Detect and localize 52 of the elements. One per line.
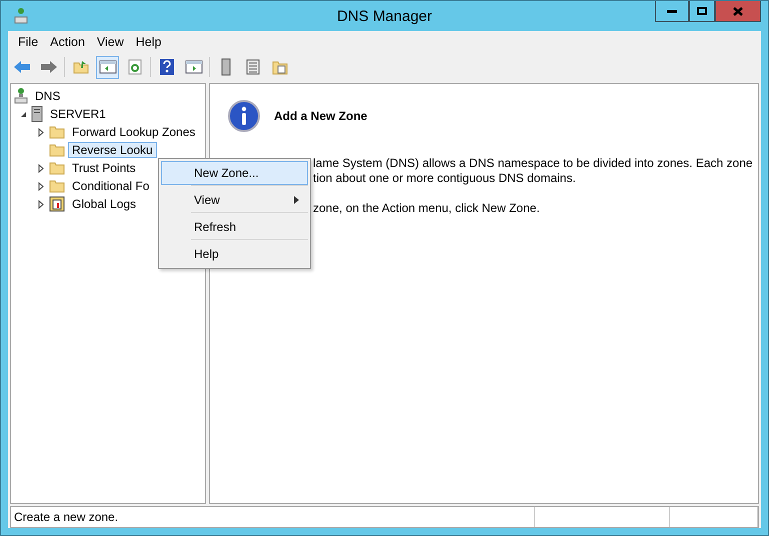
status-text: Create a new zone. <box>11 507 535 527</box>
folder-icon <box>49 179 65 193</box>
maximize-button[interactable] <box>689 1 715 22</box>
app-icon <box>14 8 28 24</box>
window-pane-icon <box>184 60 202 74</box>
list-icon <box>246 59 260 75</box>
context-menu-item[interactable]: Help <box>161 242 308 266</box>
refresh-icon <box>128 59 142 75</box>
back-arrow-icon <box>12 60 30 74</box>
tree-item[interactable]: DNS <box>31 88 64 104</box>
tree-item[interactable]: Reverse Looku <box>68 142 157 158</box>
menu-item[interactable]: Help <box>130 35 168 49</box>
help-icon <box>160 59 174 75</box>
menu-item[interactable]: File <box>12 35 44 49</box>
folder-icon <box>49 161 65 175</box>
submenu-arrow-icon <box>294 196 299 204</box>
menu-item[interactable]: View <box>90 35 130 49</box>
maximize-icon <box>697 7 707 15</box>
window-pane-icon <box>98 60 116 74</box>
server-icon <box>31 106 43 122</box>
close-icon <box>733 6 743 16</box>
expand-icon[interactable] <box>38 200 44 208</box>
folder-document-icon <box>272 59 288 75</box>
window-title: DNS Manager <box>336 8 432 24</box>
server-icon <box>220 58 230 76</box>
forward-arrow-icon <box>40 60 58 74</box>
tree-item[interactable]: Global Logs <box>68 196 140 212</box>
expand-icon[interactable] <box>38 164 44 172</box>
folder-icon <box>49 125 65 139</box>
context-menu-item[interactable]: View <box>161 188 308 212</box>
tree-item[interactable]: Trust Points <box>68 160 140 176</box>
description-text: zone, on the Action menu, click New Zone. <box>313 201 541 216</box>
folder-icon <box>49 143 65 157</box>
context-menu-item[interactable]: New Zone... <box>161 161 308 185</box>
close-button[interactable] <box>715 1 761 22</box>
collapse-icon[interactable] <box>20 110 26 118</box>
minimize-button[interactable] <box>655 1 689 22</box>
menu-item[interactable]: Action <box>44 35 91 49</box>
pane-toggle-button[interactable] <box>96 56 119 78</box>
info-icon <box>228 100 260 132</box>
context-menu-item[interactable]: Refresh <box>161 215 308 239</box>
network-icon <box>14 88 28 104</box>
heading: Add a New Zone <box>274 109 368 123</box>
tree-item[interactable]: SERVER1 <box>46 106 110 122</box>
tree-item[interactable]: Forward Lookup Zones <box>68 124 200 140</box>
folder-up-icon <box>72 60 88 74</box>
expand-icon[interactable] <box>38 128 44 136</box>
expand-icon[interactable] <box>38 182 44 190</box>
minimize-icon <box>667 10 677 12</box>
log-icon <box>49 196 65 212</box>
description-text: lame System (DNS) allows a DNS namespace to be divided into zones. Each zone tion about one or more contiguous DNS domains. <box>313 156 754 186</box>
tree-item[interactable]: Conditional Fo <box>68 178 154 194</box>
